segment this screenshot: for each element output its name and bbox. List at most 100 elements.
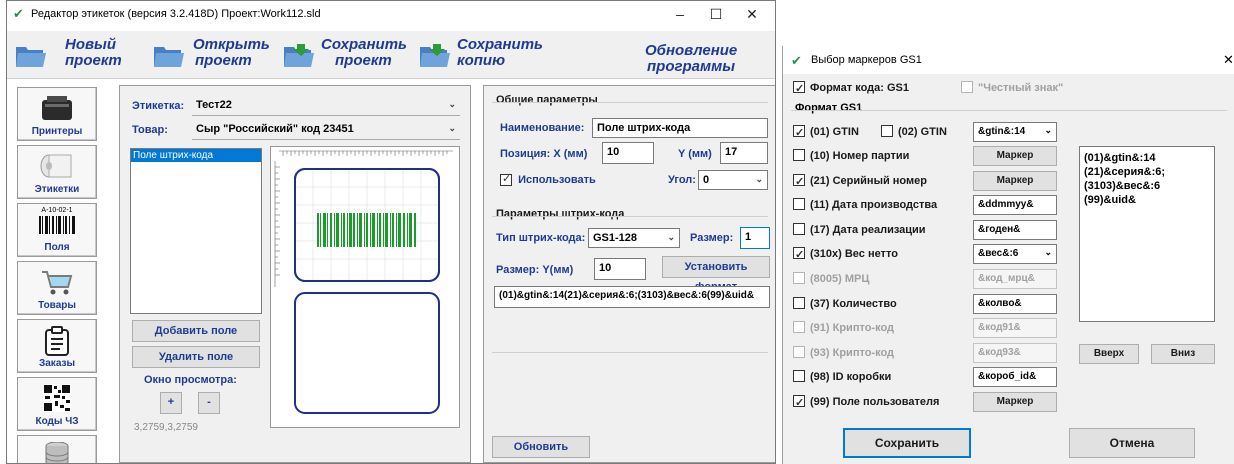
gtin02-checkbox[interactable]: (02) GTIN <box>881 122 947 142</box>
dialog-close-button[interactable]: ✕ <box>1223 52 1234 68</box>
save-copy-line2: копию <box>457 52 506 69</box>
size-y-input[interactable]: 10 <box>594 258 646 280</box>
marker-field: &код93& <box>973 343 1057 363</box>
left-sidebar: Принтеры Этикетки A-10-02-1 Поля Товары … <box>7 81 107 463</box>
size-input[interactable]: 1 <box>740 227 770 249</box>
list-item[interactable]: (3103)&вес&:6 <box>1084 179 1210 193</box>
save-copy-button[interactable]: Сохранить копию <box>419 35 549 75</box>
refresh-button[interactable]: Обновить <box>492 436 590 458</box>
honest-sign-checkbox[interactable]: "Честный знак" <box>961 78 1063 98</box>
barcode-type-select[interactable]: GS1-128 ⌄ <box>588 228 680 248</box>
y-position-input[interactable]: 17 <box>720 142 768 164</box>
gs1-row-checkbox[interactable]: (8005) МРЦ <box>793 269 869 289</box>
sidebar-item-labels[interactable]: Этикетки <box>17 145 97 199</box>
barcode-type-caption: Тип штрих-кода: <box>496 232 586 244</box>
sidebar-item-products[interactable]: Товары <box>17 261 97 315</box>
move-up-button[interactable]: Вверх <box>1079 344 1139 364</box>
angle-select[interactable]: 0 ⌄ <box>698 170 768 190</box>
marker-value: &ddmmyy& <box>978 199 1034 210</box>
marker-field[interactable]: &годен& <box>973 220 1057 240</box>
marker-button[interactable]: Маркер <box>973 146 1057 166</box>
product-select[interactable]: Сыр "Российский" код 23451 ⌄ <box>192 120 460 140</box>
list-item[interactable]: (21)&серия&:6; <box>1084 165 1210 179</box>
save-button[interactable]: Сохранить <box>843 428 971 458</box>
sidebar-item-printers[interactable]: Принтеры <box>17 87 97 141</box>
new-project-line1: Новый <box>65 36 117 53</box>
close-button[interactable]: ✕ <box>735 3 769 25</box>
maximize-button[interactable]: ☐ <box>699 3 733 25</box>
gs1-row-label: (21) Серийный номер <box>810 175 927 187</box>
gs1-row-checkbox[interactable]: (21) Серийный номер <box>793 171 927 192</box>
gtin-marker-select[interactable]: &gtin&:14 ⌄ <box>973 122 1057 142</box>
sidebar-label: Принтеры <box>31 126 83 137</box>
use-checkbox[interactable]: Использовать <box>500 172 596 187</box>
marker-button[interactable]: Маркер <box>973 171 1057 191</box>
move-down-button[interactable]: Вниз <box>1151 344 1215 364</box>
label-preview[interactable] <box>270 146 460 428</box>
sidebar-item-fields[interactable]: A-10-02-1 Поля <box>17 203 97 257</box>
marker-field[interactable]: &колво& <box>973 294 1057 314</box>
sidebar-label: Товары <box>38 300 76 311</box>
gtin01-checkbox[interactable]: (01) GTIN <box>793 122 859 143</box>
x-position-input[interactable]: 10 <box>602 142 654 164</box>
sidebar-label: Коды ЧЗ <box>35 416 79 427</box>
format-gs1-checkbox[interactable]: Формат кода: GS1 <box>793 78 909 99</box>
new-project-button[interactable]: Новый проект <box>15 35 135 75</box>
sidebar-item-codes[interactable]: Коды ЧЗ <box>17 377 97 431</box>
name-input[interactable]: Поле штрих-кода <box>592 118 768 138</box>
marker-field[interactable]: &короб_id& <box>973 367 1057 387</box>
gs1-row-label: (37) Количество <box>810 298 897 310</box>
barcode-type-value: GS1-128 <box>593 232 638 244</box>
printer-icon <box>42 96 72 120</box>
sidebar-item-orders[interactable]: Заказы <box>17 319 97 373</box>
sidebar-item-database[interactable]: БД <box>17 435 97 463</box>
selected-markers-list[interactable]: (01)&gtin&:14 (21)&серия&:6; (3103)&вес&… <box>1079 146 1215 322</box>
gs1-row-label: (11) Дата производства <box>810 199 938 211</box>
marker-button[interactable]: Маркер <box>973 392 1057 412</box>
label-roll-icon <box>40 154 72 178</box>
gs1-row-checkbox[interactable]: (93) Крипто-код <box>793 343 894 363</box>
gs1-row-checkbox[interactable]: (98) ID коробки <box>793 367 891 387</box>
gs1-row-checkbox[interactable]: (91) Крипто-код <box>793 318 894 338</box>
list-item[interactable]: (01)&gtin&:14 <box>1084 151 1210 165</box>
list-item[interactable]: (99)&uid& <box>1084 193 1210 207</box>
gtin01-label: (01) GTIN <box>810 126 859 138</box>
gs1-row-checkbox[interactable]: (37) Количество <box>793 294 897 314</box>
gs1-row-checkbox[interactable]: (10) Номер партии <box>793 146 909 166</box>
format-gs1-label: Формат кода: GS1 <box>810 82 909 94</box>
gs1-row-checkbox[interactable]: (17) Дата реализации <box>793 220 926 240</box>
app-check-icon: ✔ <box>791 53 802 68</box>
list-item[interactable]: Поле штрих-кода <box>131 149 261 162</box>
save-project-button[interactable]: Сохранить проект <box>283 35 413 75</box>
open-project-button[interactable]: Открыть проект <box>153 35 273 75</box>
gs1-row-checkbox[interactable]: (11) Дата производства <box>793 195 937 215</box>
gs1-row-checkbox[interactable]: (99) Поле пользователя <box>793 392 939 413</box>
main-toolbar: Новый проект Открыть проект Сохранить пр… <box>7 31 775 79</box>
update-program-button[interactable]: Обновление программы <box>637 35 757 75</box>
zoom-in-button[interactable]: + <box>160 392 182 414</box>
marker-select[interactable]: &вес&:6 ⌄ <box>973 244 1057 264</box>
remove-field-button[interactable]: Удалить поле <box>132 346 260 368</box>
zoom-out-button[interactable]: - <box>198 392 220 414</box>
checkbox-icon <box>793 297 805 310</box>
gs1-row-label: (17) Дата реализации <box>810 224 926 236</box>
gs1-markers-dialog: ✔ Выбор маркеров GS1 ✕ Формат кода: GS1 … <box>782 46 1234 464</box>
set-format-button[interactable]: Установить формат <box>662 256 770 293</box>
minimize-button[interactable]: – <box>663 3 697 25</box>
label-select[interactable]: Тест22 ⌄ <box>192 96 460 116</box>
clipboard-icon <box>45 326 69 356</box>
window-title: Редактор этикеток (версия 3.2.418D) Прое… <box>31 8 321 20</box>
barcode-data-input[interactable]: (01)&gtin&:14(21)&серия&:6;(3103)&вес&:6… <box>494 286 770 308</box>
marker-value: &код93& <box>978 347 1021 358</box>
marker-field: &код91& <box>973 318 1057 338</box>
save-project-line1: Сохранить <box>321 36 407 53</box>
cancel-button[interactable]: Отмена <box>1069 428 1195 458</box>
properties-panel: Общие параметры Наименование: Поле штрих… <box>483 85 775 463</box>
folder-icon <box>16 47 46 67</box>
gs1-row-checkbox[interactable]: (310x) Вес нетто <box>793 244 898 265</box>
gs1-row-label: (10) Номер партии <box>810 150 910 162</box>
add-field-button[interactable]: Добавить поле <box>132 320 260 342</box>
marker-field[interactable]: &ddmmyy& <box>973 195 1057 215</box>
barcode-params-group <box>492 216 768 217</box>
fields-list[interactable]: Поле штрих-кода <box>130 148 262 314</box>
